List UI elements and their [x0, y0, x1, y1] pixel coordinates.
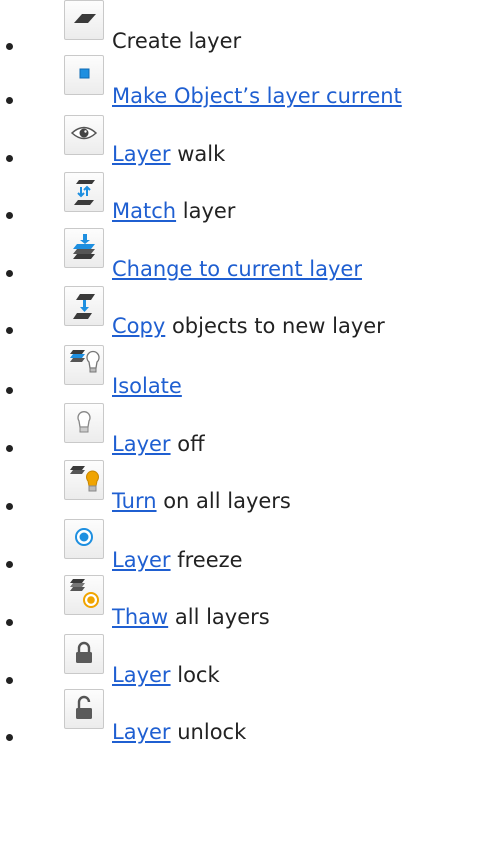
label-make-current: Make Object’s layer current	[112, 83, 402, 109]
bullet	[6, 503, 13, 510]
match-link[interactable]: Match	[112, 199, 176, 223]
list-item-isolate: Isolate	[0, 345, 484, 398]
bulb-on-icon[interactable]	[64, 460, 104, 500]
make-current-link[interactable]: Make Object’s layer current	[112, 84, 402, 108]
label-text: freeze	[170, 548, 243, 572]
bullet	[6, 43, 13, 50]
label-thaw-all: Thaw all layers	[112, 604, 270, 630]
lock-icon[interactable]	[64, 634, 104, 674]
label-text: all layers	[168, 605, 270, 629]
label-text: walk	[170, 142, 226, 166]
freeze-icon[interactable]	[64, 519, 104, 559]
eye-icon[interactable]	[64, 115, 104, 155]
label-layer-lock: Layer lock	[112, 662, 220, 688]
unlock-icon[interactable]	[64, 689, 104, 729]
label-text: Create layer	[112, 29, 242, 53]
bullet	[6, 155, 13, 162]
bullet	[6, 387, 13, 394]
thaw-link[interactable]: Thaw	[112, 605, 168, 629]
label-copy-objects: Copy objects to new layer	[112, 313, 385, 339]
label-layer-off: Layer off	[112, 431, 205, 457]
label-isolate: Isolate	[112, 373, 182, 399]
isolate-link[interactable]: Isolate	[112, 374, 182, 398]
list-item-layer-freeze: Layer freeze	[0, 519, 484, 572]
list-item-layer-walk: Layer walk	[0, 115, 484, 166]
thaw-icon[interactable]	[64, 575, 104, 615]
layer-freeze-link[interactable]: Layer	[112, 548, 171, 572]
label-text: on all layers	[156, 489, 291, 513]
make-current-icon[interactable]	[64, 55, 104, 95]
layer-unlock-link[interactable]: Layer	[112, 720, 171, 744]
list-item-thaw-all: Thaw all layers	[0, 575, 484, 629]
create-layer-icon[interactable]	[64, 0, 104, 40]
change-current-link[interactable]: Change to current layer	[112, 257, 362, 281]
label-layer-unlock: Layer unlock	[112, 719, 246, 745]
label-text: off	[170, 432, 205, 456]
label-layer-freeze: Layer freeze	[112, 547, 243, 573]
label-change-current: Change to current layer	[112, 256, 362, 282]
list-item-create-layer: Create layer	[0, 0, 484, 53]
match-layer-icon[interactable]	[64, 172, 104, 212]
list-item-copy-objects: Copy objects to new layer	[0, 286, 484, 338]
list-item-layer-unlock: Layer unlock	[0, 689, 484, 744]
bullet	[6, 270, 13, 277]
list-item-turn-on-all: Turn on all layers	[0, 460, 484, 513]
bullet	[6, 677, 13, 684]
list-item-layer-lock: Layer lock	[0, 634, 484, 687]
label-text: layer	[176, 199, 236, 223]
isolate-icon[interactable]	[64, 345, 104, 385]
label-match-layer: Match layer	[112, 198, 235, 224]
layer-off-link[interactable]: Layer	[112, 432, 171, 456]
bullet	[6, 212, 13, 219]
bullet	[6, 561, 13, 568]
label-text: unlock	[170, 720, 247, 744]
turn-link[interactable]: Turn	[112, 489, 157, 513]
bullet	[6, 327, 13, 334]
label-create-layer: Create layer	[112, 28, 241, 54]
bullet	[6, 734, 13, 741]
list-item-change-current: Change to current layer	[0, 228, 484, 281]
layer-lock-link[interactable]: Layer	[112, 663, 171, 687]
list-item-make-current: Make Object’s layer current	[0, 55, 484, 108]
bullet	[6, 97, 13, 104]
label-text: objects to new layer	[165, 314, 385, 338]
change-layer-icon[interactable]	[64, 228, 104, 268]
label-text: lock	[170, 663, 220, 687]
label-turn-on-all: Turn on all layers	[112, 488, 291, 514]
list-item-match-layer: Match layer	[0, 172, 484, 223]
layer-walk-link[interactable]: Layer	[112, 142, 171, 166]
label-layer-walk: Layer walk	[112, 141, 225, 167]
copy-link[interactable]: Copy	[112, 314, 165, 338]
copy-layer-icon[interactable]	[64, 286, 104, 326]
bullet	[6, 445, 13, 452]
list-item-layer-off: Layer off	[0, 403, 484, 456]
bullet	[6, 619, 13, 626]
bulb-off-icon[interactable]	[64, 403, 104, 443]
